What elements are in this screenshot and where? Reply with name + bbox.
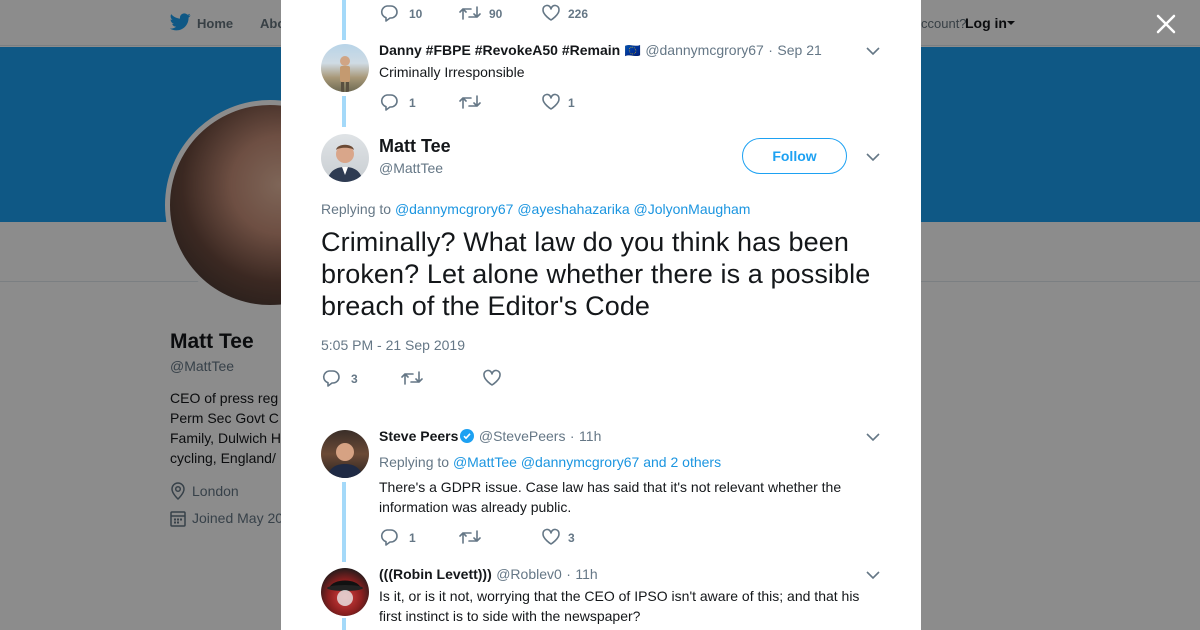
close-icon[interactable]	[1154, 12, 1178, 36]
user-name[interactable]: Danny #FBPE #RevokeA50 #Remain	[379, 42, 620, 58]
like-icon	[542, 93, 560, 110]
tweet-actions: 10 90 226	[379, 4, 679, 24]
follow-button[interactable]: Follow	[742, 138, 847, 174]
reply-icon	[322, 370, 340, 387]
retweet-icon	[401, 371, 423, 385]
avatar[interactable]	[321, 44, 369, 92]
tweet-actions: 1 1	[379, 93, 679, 113]
avatar[interactable]	[321, 430, 369, 478]
main-tweet-handle[interactable]: @MattTee	[379, 160, 443, 176]
chevron-down-icon[interactable]	[866, 152, 880, 162]
reply-count: 3	[351, 372, 358, 386]
mention-link[interactable]: @MattTee	[453, 454, 517, 470]
tweet-text: Is it, or is it not, worrying that the C…	[379, 588, 860, 624]
tweet-text: There's a GDPR issue. Case law has said …	[379, 479, 842, 515]
thread-line	[342, 618, 346, 630]
retweet-count: 90	[489, 7, 503, 21]
tweet-text: Criminally Irresponsible	[379, 64, 525, 80]
separator-dot: ·	[768, 42, 773, 58]
reply-count: 10	[409, 7, 423, 21]
reply-icon	[380, 529, 398, 546]
retweet-icon	[459, 6, 481, 20]
eu-flag-emoji: 🇪🇺	[624, 43, 641, 58]
user-handle[interactable]: @Roblev0	[496, 566, 562, 582]
separator-dot: ·	[566, 566, 571, 582]
replying-to: Replying to @MattTee @dannymcgrory67 and…	[379, 454, 721, 470]
retweet-icon	[459, 530, 481, 544]
separator-dot: ·	[569, 428, 575, 444]
replying-to-label: Replying to	[379, 454, 450, 470]
reply-count: 1	[409, 96, 416, 110]
tweet-actions: 1 3	[379, 528, 679, 548]
avatar[interactable]	[321, 134, 369, 182]
mention-link[interactable]: @dannymcgrory67	[521, 454, 640, 470]
thread-line	[342, 482, 346, 562]
tweet-time[interactable]: 11h	[575, 566, 597, 582]
main-tweet-text: Criminally? What law do you think has be…	[321, 227, 871, 321]
tweet-time[interactable]: 11h	[579, 428, 601, 444]
avatar[interactable]	[321, 568, 369, 616]
user-name[interactable]: Steve Peers	[379, 428, 458, 444]
like-icon	[542, 528, 560, 545]
thread-line	[342, 96, 346, 127]
like-count: 226	[568, 7, 589, 21]
reply-count: 1	[409, 531, 416, 545]
tweet-header: (((Robin Levett))) @Roblev0 · 11h	[379, 566, 598, 584]
tweet-header: Danny #FBPE #RevokeA50 #Remain 🇪🇺 @danny…	[379, 42, 822, 60]
like-icon	[542, 4, 560, 21]
verified-icon	[460, 429, 475, 443]
like-icon	[483, 369, 501, 386]
like-count: 3	[568, 531, 575, 545]
user-name[interactable]: (((Robin Levett)))	[379, 566, 492, 582]
replying-to-label: Replying to	[321, 201, 392, 217]
chevron-down-icon[interactable]	[866, 432, 880, 442]
thread-line	[342, 0, 346, 40]
replying-to: Replying to @dannymcgrory67 @ayeshahazar…	[321, 201, 750, 217]
retweet-icon	[459, 95, 481, 109]
chevron-down-icon[interactable]	[866, 46, 880, 56]
user-handle[interactable]: @StevePeers	[479, 428, 566, 444]
mention-link[interactable]: @JolyonMaugham	[634, 201, 751, 217]
reply-icon	[380, 5, 398, 22]
like-count: 1	[568, 96, 575, 110]
user-handle[interactable]: @dannymcgrory67	[645, 42, 764, 58]
main-tweet-name[interactable]: Matt Tee	[379, 136, 451, 157]
reply-icon	[380, 94, 398, 111]
chevron-down-icon[interactable]	[866, 570, 880, 580]
tweet-time[interactable]: Sep 21	[777, 42, 821, 58]
tweet-actions: 3	[321, 369, 621, 389]
mention-link[interactable]: @dannymcgrory67	[395, 201, 514, 217]
tweet-permalink-modal: 10 90 226 Danny #FBPE #RevokeA50 #Remain…	[281, 0, 921, 630]
tweet-header: Steve Peers @StevePeers · 11h	[379, 428, 601, 446]
and-others-link[interactable]: and 2 others	[643, 454, 721, 470]
mention-link[interactable]: @ayeshahazarika	[517, 201, 629, 217]
main-tweet-timestamp[interactable]: 5:05 PM - 21 Sep 2019	[321, 337, 465, 353]
